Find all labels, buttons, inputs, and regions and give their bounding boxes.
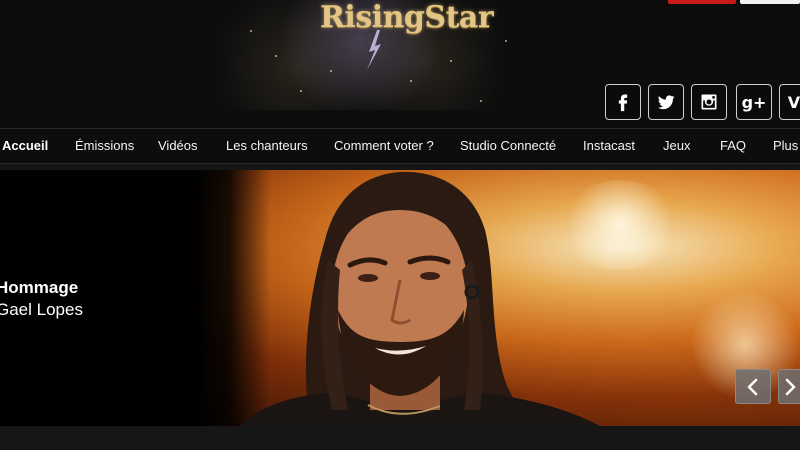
twitter-button[interactable]: [648, 84, 684, 120]
sparkle-dot: [275, 55, 277, 57]
google-plus-icon: g+: [741, 92, 767, 112]
nav-item-studio-connecte[interactable]: Studio Connecté: [460, 129, 556, 163]
logo-star-bolt-icon: [367, 30, 381, 70]
slider-prev-button[interactable]: [735, 369, 771, 404]
hero-image-singer: [240, 171, 600, 426]
nav-item-plus[interactable]: Plus: [773, 129, 798, 163]
nav-item-videos[interactable]: Vidéos: [158, 129, 198, 163]
nav-item-instacast[interactable]: Instacast: [583, 129, 635, 163]
top-red-button[interactable]: [668, 0, 736, 4]
page-bottom-strip: [0, 426, 800, 450]
site-logo[interactable]: RisingStar: [320, 0, 500, 50]
sparkle-dot: [300, 90, 302, 92]
sparkle-dot: [410, 80, 412, 82]
hero-slider[interactable]: Hommage Gael Lopes: [0, 170, 800, 426]
nav-item-faq[interactable]: FAQ: [720, 129, 746, 163]
nav-item-les-chanteurs[interactable]: Les chanteurs: [226, 129, 308, 163]
facebook-icon: [618, 94, 628, 112]
sparkle-dot: [480, 100, 482, 102]
instagram-icon: [701, 94, 717, 110]
logo-text: RisingStar: [320, 0, 494, 35]
hero-dark-panel: [0, 170, 270, 426]
vine-icon: V: [787, 92, 800, 112]
chevron-left-icon: [747, 378, 758, 395]
sparkle-dot: [450, 60, 452, 62]
instagram-button[interactable]: [691, 84, 727, 120]
hero-title: Hommage: [0, 278, 79, 297]
google-plus-button[interactable]: g+: [736, 84, 772, 120]
vine-button[interactable]: V: [779, 84, 800, 120]
nav-item-emissions[interactable]: Émissions: [75, 129, 134, 163]
nav-item-accueil[interactable]: Accueil: [2, 129, 48, 163]
nav-item-comment-voter[interactable]: Comment voter ?: [334, 129, 434, 163]
slider-next-button[interactable]: [778, 369, 800, 404]
facebook-button[interactable]: [605, 84, 641, 120]
sparkle-dot: [505, 40, 507, 42]
chevron-right-icon: [785, 378, 795, 395]
site-header: RisingStar g+ V: [0, 0, 800, 128]
top-white-button[interactable]: [740, 0, 800, 4]
sparkle-dot: [250, 30, 252, 32]
nav-item-jeux[interactable]: Jeux: [663, 129, 690, 163]
main-navigation: Accueil Émissions Vidéos Les chanteurs C…: [0, 128, 800, 164]
sparkle-dot: [330, 70, 332, 72]
hero-subtitle: Gael Lopes: [0, 300, 83, 319]
twitter-icon: [657, 95, 675, 110]
